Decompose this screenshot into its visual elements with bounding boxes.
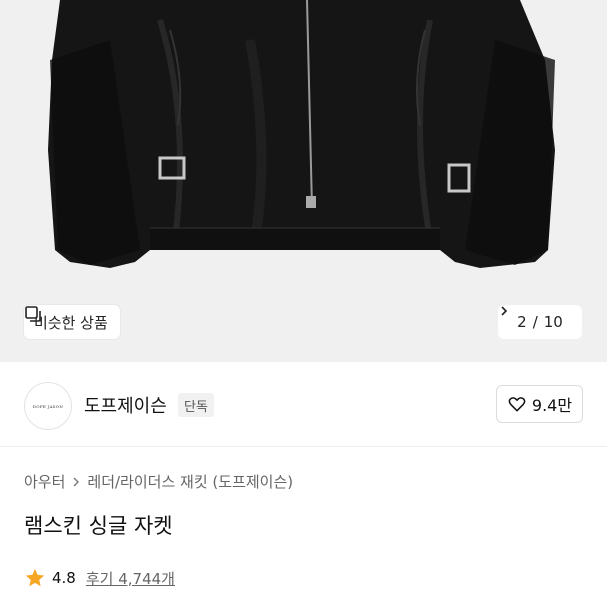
chevron-right-icon (73, 477, 80, 486)
similar-products-label: 비슷한 상품 (34, 313, 108, 332)
exclusive-badge: 단독 (178, 393, 214, 417)
pager-total: 10 (543, 313, 563, 331)
product-image-carousel[interactable]: 비슷한 상품 2 / 10 (0, 0, 607, 362)
star-icon (25, 568, 45, 587)
product-title: 램스킨 싱글 자켓 (24, 514, 173, 538)
pager-separator: / (532, 313, 538, 331)
copy-icon (25, 306, 41, 322)
brand-logo-text: DOPE JASON (32, 403, 64, 409)
rating-summary: 4.8 후기 4,744개 (24, 567, 175, 589)
similar-products-button[interactable]: 비슷한 상품 (24, 305, 120, 339)
brand-name[interactable]: 도프제이슨 (84, 392, 167, 418)
heart-icon (508, 397, 526, 412)
brand-logo[interactable]: DOPE JASON (24, 382, 72, 430)
like-count: 9.4만 (531, 396, 573, 415)
pager-current: 2 (517, 313, 527, 331)
reviews-link[interactable]: 후기 4,744개 (86, 568, 175, 589)
rating-score: 4.8 (52, 569, 76, 587)
breadcrumb-item-category[interactable]: 레더/라이더스 재킷 (도프제이슨) (87, 471, 293, 492)
breadcrumb: 아우터 레더/라이더스 재킷 (도프제이슨) (24, 471, 293, 492)
image-pager[interactable]: 2 / 10 (498, 305, 582, 339)
brand-row: DOPE JASON 도프제이슨 단독 9.4만 (0, 362, 607, 447)
breadcrumb-item-outer[interactable]: 아우터 (24, 471, 65, 492)
like-button[interactable]: 9.4만 (496, 385, 583, 423)
chevron-right-icon (501, 306, 508, 316)
